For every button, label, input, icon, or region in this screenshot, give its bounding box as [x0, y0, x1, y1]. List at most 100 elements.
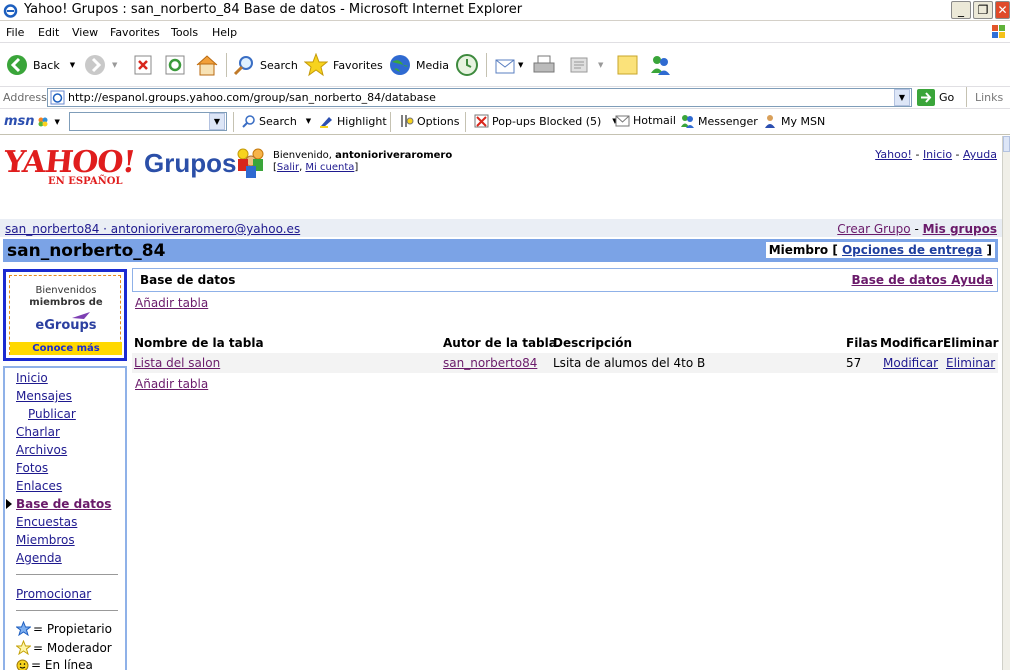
sidebar-item-inicio[interactable]: Inicio [16, 371, 48, 385]
discuss-button[interactable] [616, 51, 640, 79]
search-button[interactable]: Search [233, 51, 298, 79]
popups-blocked-button[interactable]: Pop-ups Blocked (5) ▼ [474, 114, 618, 128]
hotmail-button[interactable]: Hotmail [615, 114, 676, 127]
forward-button[interactable]: ▼ [84, 51, 117, 79]
sidebar-item-promocionar[interactable]: Promocionar [16, 587, 91, 601]
table-name-link[interactable]: Lista del salon [134, 356, 220, 370]
address-input[interactable]: http://espanol.groups.yahoo.com/group/sa… [47, 88, 912, 107]
mi-cuenta-link[interactable]: Mi cuenta [305, 162, 354, 173]
inicio-link[interactable]: Inicio [923, 148, 952, 161]
sidebar-item-archivos[interactable]: Archivos [16, 443, 67, 457]
user-line: san_norberto84 · antonioriveraromero@yah… [0, 219, 1002, 237]
yahoo-link[interactable]: Yahoo! [875, 148, 912, 161]
options-button[interactable]: Options [399, 114, 459, 128]
home-button[interactable] [195, 51, 219, 79]
back-arrow-icon [7, 55, 27, 75]
address-dropdown-icon[interactable]: ▼ [894, 89, 910, 106]
sidebar-item-base-de-datos[interactable]: Base de datos [16, 497, 111, 511]
egroups-promo[interactable]: Bienvenidos miembros de eGroups Conoce m… [3, 269, 127, 361]
links-button[interactable]: Links [975, 91, 1003, 104]
sidebar-nav: Inicio Mensajes Publicar Charlar Archivo… [3, 366, 127, 670]
msn-search-icon [242, 115, 255, 128]
msn-search-button[interactable]: Search ▼ [242, 114, 311, 128]
database-help-link[interactable]: Base de datos Ayuda [851, 273, 993, 287]
add-table-link[interactable]: Añadir tabla [135, 296, 208, 310]
messenger-button[interactable] [648, 51, 672, 79]
mail-button[interactable]: ▼ [494, 51, 523, 79]
forward-dropdown-icon: ▼ [112, 61, 118, 69]
online-smiley-icon [16, 659, 29, 670]
msn-dropdown-icon[interactable]: ▼ [55, 118, 60, 126]
go-button[interactable]: Go [917, 89, 954, 106]
print-button[interactable] [532, 51, 556, 79]
history-button[interactable] [455, 51, 479, 79]
highlight-icon [320, 117, 332, 128]
highlight-button[interactable]: Highlight [319, 114, 387, 128]
messenger-people-icon [651, 56, 670, 75]
my-msn-icon [765, 115, 775, 128]
sidebar-item-miembros[interactable]: Miembros [16, 533, 75, 547]
table-filas: 57 [846, 356, 862, 370]
miembro-badge: Miembro [ Opciones de entrega ] [765, 242, 995, 258]
top-links: Yahoo! - Inicio - Ayuda [875, 148, 997, 161]
refresh-icon [165, 55, 185, 75]
menu-favorites[interactable]: Favorites [110, 26, 160, 39]
back-button[interactable]: Back ▼ [6, 51, 75, 79]
ayuda-link[interactable]: Ayuda [963, 148, 997, 161]
title-bar: Yahoo! Grupos : san_norberto_84 Base de … [0, 0, 1010, 21]
window-title: Yahoo! Grupos : san_norberto_84 Base de … [24, 2, 523, 17]
add-table-link-bottom[interactable]: Añadir tabla [135, 377, 208, 391]
address-label: Address [3, 91, 47, 104]
opciones-entrega-link[interactable]: Opciones de entrega [842, 243, 982, 257]
refresh-button[interactable] [165, 51, 185, 79]
sidebar-item-agenda[interactable]: Agenda [16, 551, 62, 565]
mis-grupos-link[interactable]: Mis grupos [923, 222, 997, 236]
mail-dropdown-icon[interactable]: ▼ [518, 61, 523, 69]
sidebar-item-charlar[interactable]: Charlar [16, 425, 60, 439]
msn-search-input[interactable]: ▼ [69, 112, 227, 131]
scroll-up-icon[interactable] [1003, 136, 1010, 152]
legend-propietario: = Propietario [16, 621, 112, 636]
eliminar-link[interactable]: Eliminar [946, 356, 995, 370]
sidebar-item-fotos[interactable]: Fotos [16, 461, 48, 475]
popup-blocked-icon [474, 114, 489, 128]
msn-logo[interactable]: msn ▼ [4, 114, 60, 129]
conoce-mas-button[interactable]: Conoce más [10, 342, 122, 355]
msn-search-dropdown-icon[interactable]: ▼ [209, 113, 225, 130]
sidebar-divider [16, 610, 118, 611]
menu-view[interactable]: View [72, 26, 98, 39]
sidebar-item-enlaces[interactable]: Enlaces [16, 479, 62, 493]
toolbar: Back ▼ ▼ Search Favorites Media ▼ ▼ [0, 43, 1010, 87]
vertical-scrollbar[interactable] [1002, 136, 1010, 670]
my-msn-button[interactable]: My MSN [763, 114, 825, 128]
menu-help[interactable]: Help [212, 26, 237, 39]
hotmail-envelope-icon [615, 115, 630, 126]
menu-tools[interactable]: Tools [171, 26, 198, 39]
restore-button[interactable]: ❐ [973, 1, 993, 19]
close-button[interactable]: ✕ [995, 1, 1010, 19]
media-button[interactable]: Media [388, 51, 449, 79]
menu-file[interactable]: File [6, 26, 24, 39]
group-email-link[interactable]: san_norberto84 · antonioriveraromero@yah… [5, 222, 300, 236]
sidebar-item-publicar[interactable]: Publicar [28, 407, 76, 421]
table-author-link[interactable]: san_norberto84 [443, 356, 537, 370]
minimize-button[interactable]: _ [951, 1, 971, 19]
modificar-link[interactable]: Modificar [883, 356, 938, 370]
stop-button[interactable] [134, 51, 152, 79]
crear-grupo-link[interactable]: Crear Grupo [837, 222, 910, 236]
egroups-brand: eGroups [35, 318, 97, 333]
stop-icon [134, 55, 152, 75]
yahoo-logo[interactable]: YAHOO! EN ESPAÑOL [2, 145, 136, 187]
col-eliminar: Eliminar [943, 336, 999, 350]
go-arrow-icon [917, 89, 935, 106]
messenger-link[interactable]: Messenger [680, 114, 758, 128]
salir-link[interactable]: Salir [277, 162, 299, 173]
edit-button[interactable]: ▼ [568, 51, 603, 79]
favorites-button[interactable]: Favorites [304, 51, 383, 79]
sidebar-item-mensajes[interactable]: Mensajes [16, 389, 72, 403]
col-nombre: Nombre de la tabla [134, 336, 264, 350]
sidebar-item-encuestas[interactable]: Encuestas [16, 515, 77, 529]
menu-edit[interactable]: Edit [38, 26, 59, 39]
legend-en-linea: = En línea [16, 658, 93, 670]
back-dropdown-icon[interactable]: ▼ [70, 61, 75, 69]
